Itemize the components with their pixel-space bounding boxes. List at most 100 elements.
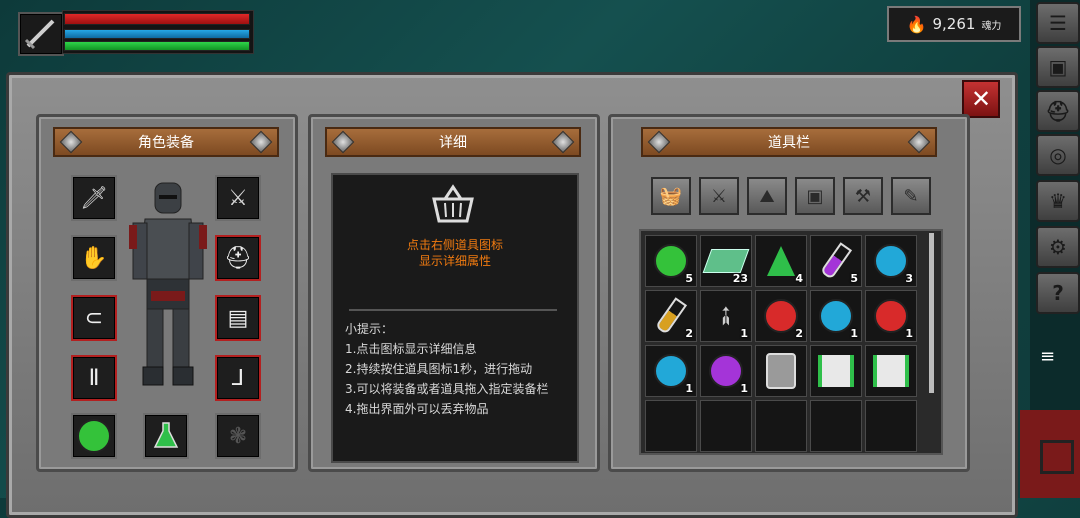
filter-tools-tab[interactable]: ⚒ [843, 177, 883, 215]
inventory-slot[interactable]: 3 [865, 235, 917, 287]
basket-icon [432, 184, 474, 223]
tips-list: 小提示： 1.点击图标显示详细信息 2.持续按住道具图标1秒，进行拖动 3.可以… [345, 319, 575, 419]
slot-accessory[interactable]: ❃ [215, 413, 261, 459]
item-count: 5 [850, 272, 858, 285]
green-flask-icon [767, 246, 795, 276]
slot-potion-1[interactable] [71, 413, 117, 459]
helmet-tab-icon[interactable]: ⛑ [1036, 90, 1080, 132]
inventory-slot[interactable]: 1 [700, 345, 752, 397]
inventory-slot[interactable]: 23 [700, 235, 752, 287]
blade-icon: ⚔ [228, 185, 248, 211]
inventory-slot[interactable] [810, 400, 862, 452]
gloves-icon: ✋ [80, 245, 108, 271]
stamina-bar [64, 41, 250, 51]
helmet-icon: ⛑ [224, 245, 252, 271]
inventory-slot[interactable]: 2 [645, 290, 697, 342]
tip-item: 4.拖出界面外可以丢弃物品 [345, 402, 489, 416]
slot-potion-2[interactable] [143, 413, 189, 459]
stud-icon [59, 130, 83, 154]
inventory-slot[interactable]: ➶ 1 [700, 290, 752, 342]
inventory-slot[interactable] [700, 400, 752, 452]
inventory-slot[interactable]: 5 [810, 235, 862, 287]
skill-tab-icon[interactable]: ◎ [1036, 134, 1080, 176]
slot-bracer[interactable]: ⊂ [71, 295, 117, 341]
slot-helmet[interactable]: ⛑ [215, 235, 261, 281]
green-potion-icon [654, 244, 688, 278]
item-count: 2 [795, 327, 803, 340]
filter-armor-tab[interactable]: ▣ [795, 177, 835, 215]
settings-gear-icon[interactable]: ⚙ [1036, 226, 1080, 268]
inventory-slot[interactable] [755, 345, 807, 397]
equipped-weapon-icon[interactable] [18, 12, 64, 56]
chest-armor-icon [766, 353, 796, 389]
item-count: 3 [905, 272, 913, 285]
stud-icon [647, 130, 671, 154]
souls-unit: 魂力 [981, 20, 1002, 32]
purple-vial-icon [819, 242, 853, 280]
item-count: 1 [740, 327, 748, 340]
inventory-slot[interactable]: 4 [755, 235, 807, 287]
filter-material-tab[interactable]: ⛰ [747, 177, 787, 215]
inventory-slot[interactable]: 5 [645, 235, 697, 287]
slot-chest[interactable]: ▤ [215, 295, 261, 341]
slot-gloves[interactable]: ✋ [71, 235, 117, 281]
equipment-tab-icon[interactable]: ▣ [1036, 46, 1080, 88]
slot-boots[interactable]: ⅃ [215, 355, 261, 401]
inventory-slot[interactable] [645, 400, 697, 452]
equipment-title-bar: 角色装备 [53, 127, 279, 157]
blue-potion-icon [874, 244, 908, 278]
blue-potion-icon [819, 299, 853, 333]
filter-all-tab[interactable]: 🧺 [651, 177, 691, 215]
detail-hint: 点击右侧道具图标 显示详细属性 [333, 237, 577, 269]
stud-icon [907, 130, 931, 154]
inventory-slot[interactable]: 1 [865, 290, 917, 342]
inventory-scrollbar[interactable] [929, 233, 934, 393]
nav-menu-icon[interactable]: ≡ [1040, 346, 1055, 367]
close-button[interactable]: ✕ [962, 80, 1000, 118]
inventory-title-bar: 道具栏 [641, 127, 937, 157]
slot-pants[interactable]: Ⅱ [71, 355, 117, 401]
stud-icon [331, 130, 355, 154]
menu-list-icon[interactable]: ☰ [1036, 2, 1080, 44]
mana-bar [64, 29, 250, 39]
paw-icon: ❃ [228, 423, 248, 449]
item-count: 5 [685, 272, 693, 285]
slot-main-weapon[interactable]: 🗡 [71, 175, 117, 221]
resize-icon[interactable] [1040, 440, 1074, 474]
sword-shield-icon: ⚔ [710, 185, 728, 207]
basket-icon: 🧺 [659, 185, 683, 207]
sword-icon: 🗡 [80, 185, 108, 211]
inventory-slot[interactable] [865, 345, 917, 397]
detail-title: 详细 [439, 135, 467, 151]
green-pants-icon [818, 355, 854, 387]
slot-offhand-weapon[interactable]: ⚔ [215, 175, 261, 221]
inventory-slot[interactable] [755, 400, 807, 452]
inventory-slot[interactable] [810, 345, 862, 397]
help-icon[interactable]: ? [1036, 272, 1080, 314]
filter-weapon-tab[interactable]: ⚔ [699, 177, 739, 215]
item-count: 1 [850, 327, 858, 340]
detail-content-box: 点击右侧道具图标 显示详细属性 小提示： 1.点击图标显示详细信息 2.持续按住… [331, 173, 579, 463]
inventory-slot[interactable]: 1 [645, 345, 697, 397]
red-potion-icon [874, 299, 908, 333]
green-pants-icon [873, 355, 909, 387]
item-count: 4 [795, 272, 803, 285]
green-potion-icon [77, 419, 111, 453]
chest-armor-icon: ▤ [227, 305, 249, 331]
crown-tab-icon[interactable]: ♛ [1036, 180, 1080, 222]
ore-icon: ⛰ [759, 185, 775, 207]
stud-icon [249, 130, 273, 154]
inventory-grid: 5 23 4 5 3 2 ➶ 1 2 1 1 1 1 [639, 229, 943, 455]
arrow-icon: ➶ [707, 297, 745, 335]
green-flask-icon [153, 422, 179, 448]
item-count: 23 [732, 272, 748, 285]
tip-item: 1.点击图标显示详细信息 [345, 342, 477, 356]
flame-icon: 🔥 [906, 14, 927, 34]
inventory-slot[interactable]: 1 [810, 290, 862, 342]
inventory-slot[interactable] [865, 400, 917, 452]
health-bar [64, 13, 250, 25]
filter-misc-tab[interactable]: ✎ [891, 177, 931, 215]
pants-icon: Ⅱ [88, 365, 100, 391]
jade-ingot-icon [702, 249, 750, 273]
inventory-slot[interactable]: 2 [755, 290, 807, 342]
